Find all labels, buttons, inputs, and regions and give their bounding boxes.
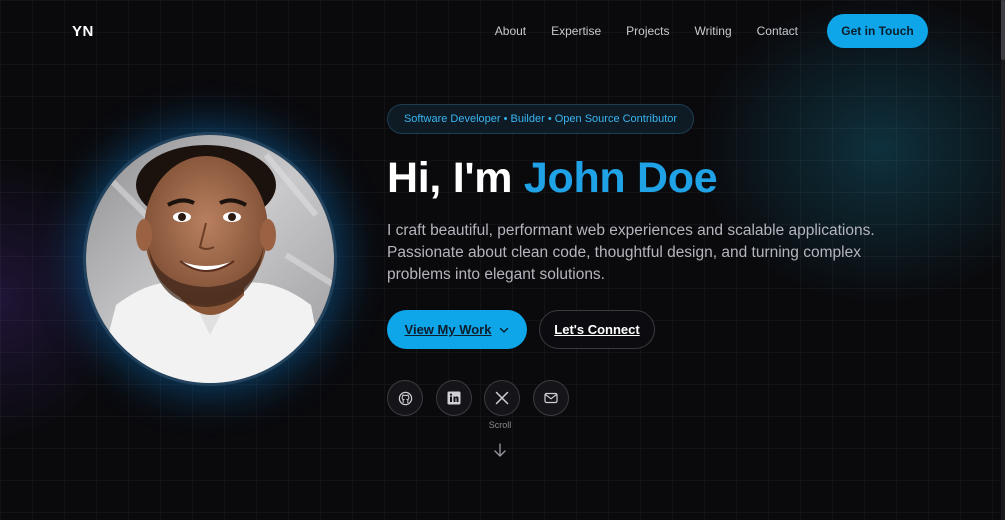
nav-contact-link[interactable]: Contact — [757, 24, 798, 38]
github-link[interactable] — [387, 380, 423, 416]
view-my-work-label: View My Work — [404, 322, 492, 337]
avatar-illustration — [86, 135, 334, 383]
greeting-text: Hi, I'm — [387, 154, 513, 202]
nav-projects-link[interactable]: Projects — [626, 24, 669, 38]
get-in-touch-button[interactable]: Get in Touch — [827, 14, 928, 48]
lets-connect-button[interactable]: Let's Connect — [539, 310, 655, 349]
profile-avatar — [86, 135, 334, 383]
nav-writing-link[interactable]: Writing — [695, 24, 732, 38]
page: YN About Expertise Projects Writing Cont… — [0, 0, 1005, 520]
site-logo[interactable]: YN — [72, 23, 94, 40]
email-link[interactable] — [533, 380, 569, 416]
hero-headline: Hi, I'm John Doe — [387, 154, 718, 203]
linkedin-icon — [447, 391, 461, 405]
x-link[interactable] — [484, 380, 520, 416]
chevron-down-icon — [500, 327, 509, 333]
role-badge: Software Developer • Builder • Open Sour… — [387, 104, 694, 134]
nav-about-link[interactable]: About — [495, 24, 526, 38]
view-my-work-button[interactable]: View My Work — [387, 310, 527, 349]
nav-expertise-link[interactable]: Expertise — [551, 24, 601, 38]
scroll-label: Scroll — [488, 420, 512, 430]
mail-icon — [544, 392, 558, 404]
linkedin-link[interactable] — [436, 380, 472, 416]
page-scrollbar[interactable] — [1001, 0, 1005, 520]
arrow-down-icon[interactable] — [492, 442, 508, 458]
scrollbar-thumb[interactable] — [1001, 0, 1005, 60]
hero-name: John Doe — [523, 154, 718, 202]
x-icon — [495, 391, 509, 405]
main-nav: About Expertise Projects Writing Contact… — [495, 14, 928, 48]
github-icon — [398, 391, 412, 405]
hero-bio: I craft beautiful, performant web experi… — [387, 222, 875, 283]
